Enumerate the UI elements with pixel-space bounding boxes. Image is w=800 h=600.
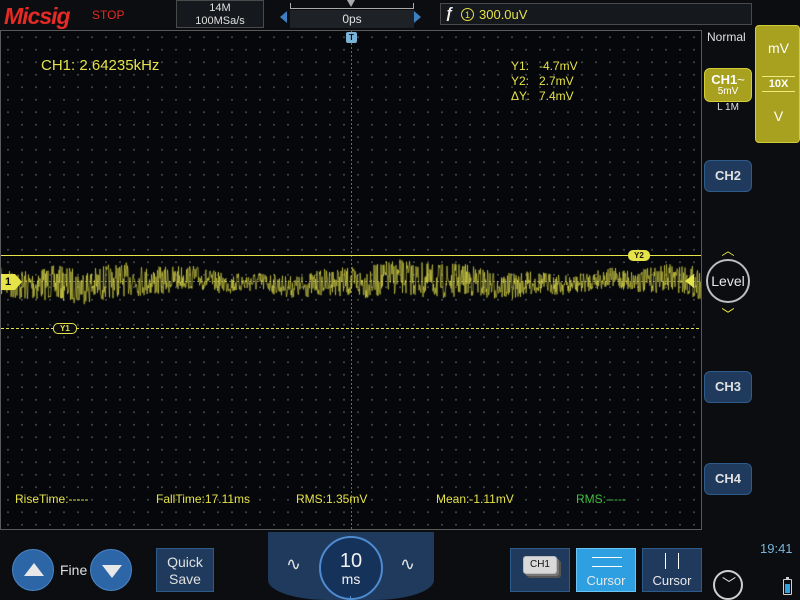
bottom-control-bar: Fine Quick Save ∿ 10 ms ∿ CH1 Cursor Cur…: [0, 532, 800, 600]
battery-cap: [786, 577, 789, 579]
fine-up-button[interactable]: [12, 549, 54, 591]
cursor-y2-value: 2.7mV: [539, 74, 574, 88]
timebase-value: 10: [339, 550, 363, 572]
memory-depth: 14M: [209, 2, 231, 14]
cursor-y1-line[interactable]: [1, 328, 701, 329]
timebase-tick: [350, 596, 351, 600]
measurement-rms-ch2[interactable]: RMS:-----: [576, 492, 626, 506]
trigger-position-marker-icon[interactable]: T: [346, 32, 357, 43]
measurement-fall-time[interactable]: FallTime:17.11ms: [156, 492, 250, 506]
waveform-display[interactable]: T CH1: 2.64235kHz Y1: -4.7mV Y2: 2.7mV ΔY:…: [0, 30, 702, 530]
arrow-down-icon: [102, 565, 122, 578]
cursor-dy-value: 7.4mV: [539, 89, 574, 103]
ch1-marker-label: 1: [1, 274, 15, 290]
trigger-level-arrow-icon[interactable]: [685, 274, 694, 288]
rising-edge-icon: ƒ: [445, 5, 454, 22]
cursor-y2-readout: Y2: 2.7mV: [511, 74, 578, 89]
cursor-y1-readout: Y1: -4.7mV: [511, 59, 578, 74]
ch1-waveform-trace: [1, 31, 701, 529]
menu-button[interactable]: ﹀: [713, 570, 743, 600]
quick-save-label-line2: Save: [169, 571, 201, 587]
cursor-y1-tag[interactable]: Y1: [53, 323, 77, 334]
horizontal-cursor-icon: [592, 557, 622, 567]
run-stop-status[interactable]: STOP: [92, 8, 124, 22]
position-marker-icon: [347, 0, 355, 7]
ch1-impedance-info: L 1M: [717, 102, 739, 113]
unit-v-option[interactable]: V: [756, 108, 800, 124]
acquisition-mode[interactable]: Normal: [707, 30, 746, 44]
quick-save-label-line1: Quick: [167, 554, 203, 570]
ch2-button[interactable]: CH2: [704, 160, 752, 192]
timebase-decrease-icon[interactable]: ∿: [286, 554, 301, 575]
frequency-readout: CH1: 2.64235kHz: [41, 57, 160, 74]
trigger-channel-badge: 1: [461, 8, 474, 21]
trigger-level-value: 300.0uV: [479, 7, 528, 22]
timebase-control[interactable]: ∿ 10 ms ∿: [268, 532, 434, 600]
top-status-bar: Micsig STOP 14M 100MSa/s 0ps ƒ 1 300.0uV: [0, 0, 800, 30]
cursor-y2-line[interactable]: [1, 255, 701, 256]
sample-rate: 100MSa/s: [195, 15, 245, 27]
chevron-up-icon[interactable]: ︿: [719, 240, 737, 259]
fine-down-button[interactable]: [90, 549, 132, 591]
ch1-offset-marker[interactable]: 1: [1, 274, 23, 290]
cursor-dy-readout: ΔY: 7.4mV: [511, 89, 578, 104]
timebase-unit: ms: [341, 571, 361, 587]
ch1-button[interactable]: CH1~ 5mV: [704, 68, 752, 102]
brand-logo: Micsig: [4, 3, 71, 29]
measurement-bar: RiseTime:----- FallTime:17.11ms RMS:1.35…: [15, 492, 695, 508]
acquisition-info-box[interactable]: 14M 100MSa/s: [176, 0, 264, 28]
cursor-y1-value: -4.7mV: [539, 59, 578, 73]
position-right-arrow-icon[interactable]: [414, 11, 421, 23]
probe-ratio-option[interactable]: 10X: [762, 76, 795, 92]
chevron-down-icon: ﹀: [722, 576, 736, 592]
timebase-knob[interactable]: 10 ms: [319, 536, 383, 600]
horizontal-cursor-label: Cursor: [586, 573, 626, 588]
horizontal-cursor-button[interactable]: Cursor: [576, 548, 636, 592]
battery-icon: [783, 577, 792, 595]
measurement-rise-time[interactable]: RiseTime:-----: [15, 492, 89, 506]
ch1-button-label: CH1~: [705, 72, 751, 87]
time-position-value[interactable]: 0ps: [290, 10, 414, 28]
arrow-up-icon: [24, 563, 44, 576]
ch1-scale: 5mV: [717, 86, 739, 97]
position-left-arrow-icon[interactable]: [280, 11, 287, 23]
cursor-readout: Y1: -4.7mV Y2: 2.7mV ΔY: 7.4mV: [511, 59, 578, 104]
channel-stack-icon: CH1: [523, 556, 557, 574]
ch3-button[interactable]: CH3: [704, 371, 752, 403]
cursor-y2-label: Y2:: [511, 74, 530, 88]
horizontal-position-control[interactable]: 0ps: [280, 0, 426, 28]
cursor-dy-label: ΔY:: [511, 89, 530, 103]
cursor-y1-label: Y1:: [511, 59, 530, 73]
measurement-mean[interactable]: Mean:-1.11mV: [436, 492, 514, 506]
chevron-down-icon[interactable]: ﹀: [719, 304, 737, 323]
clock: 19:41: [760, 541, 793, 556]
ac-coupling-icon: ~: [737, 72, 745, 87]
fine-label: Fine: [60, 562, 88, 578]
ch4-button[interactable]: CH4: [704, 463, 752, 495]
vertical-unit-panel[interactable]: mV 10X V: [755, 25, 800, 143]
cursor-y2-tag[interactable]: Y2: [628, 250, 650, 261]
trigger-level-knob[interactable]: Level: [706, 259, 750, 303]
ch1-label-text: CH1: [711, 72, 738, 87]
channel-select-button[interactable]: CH1: [510, 548, 570, 592]
unit-mv-option[interactable]: mV: [756, 40, 800, 56]
ch1-marker-arrow-icon: [15, 274, 22, 290]
vertical-cursor-label: Cursor: [652, 573, 692, 588]
measurement-rms[interactable]: RMS:1.35mV: [296, 492, 367, 506]
vertical-cursor-button[interactable]: Cursor: [642, 548, 702, 592]
battery-fill: [785, 584, 790, 593]
vertical-cursor-icon: [665, 553, 679, 569]
timebase-increase-icon[interactable]: ∿: [400, 554, 415, 575]
quick-save-button[interactable]: Quick Save: [156, 548, 214, 592]
trigger-info-box[interactable]: ƒ 1 300.0uV: [440, 3, 752, 25]
